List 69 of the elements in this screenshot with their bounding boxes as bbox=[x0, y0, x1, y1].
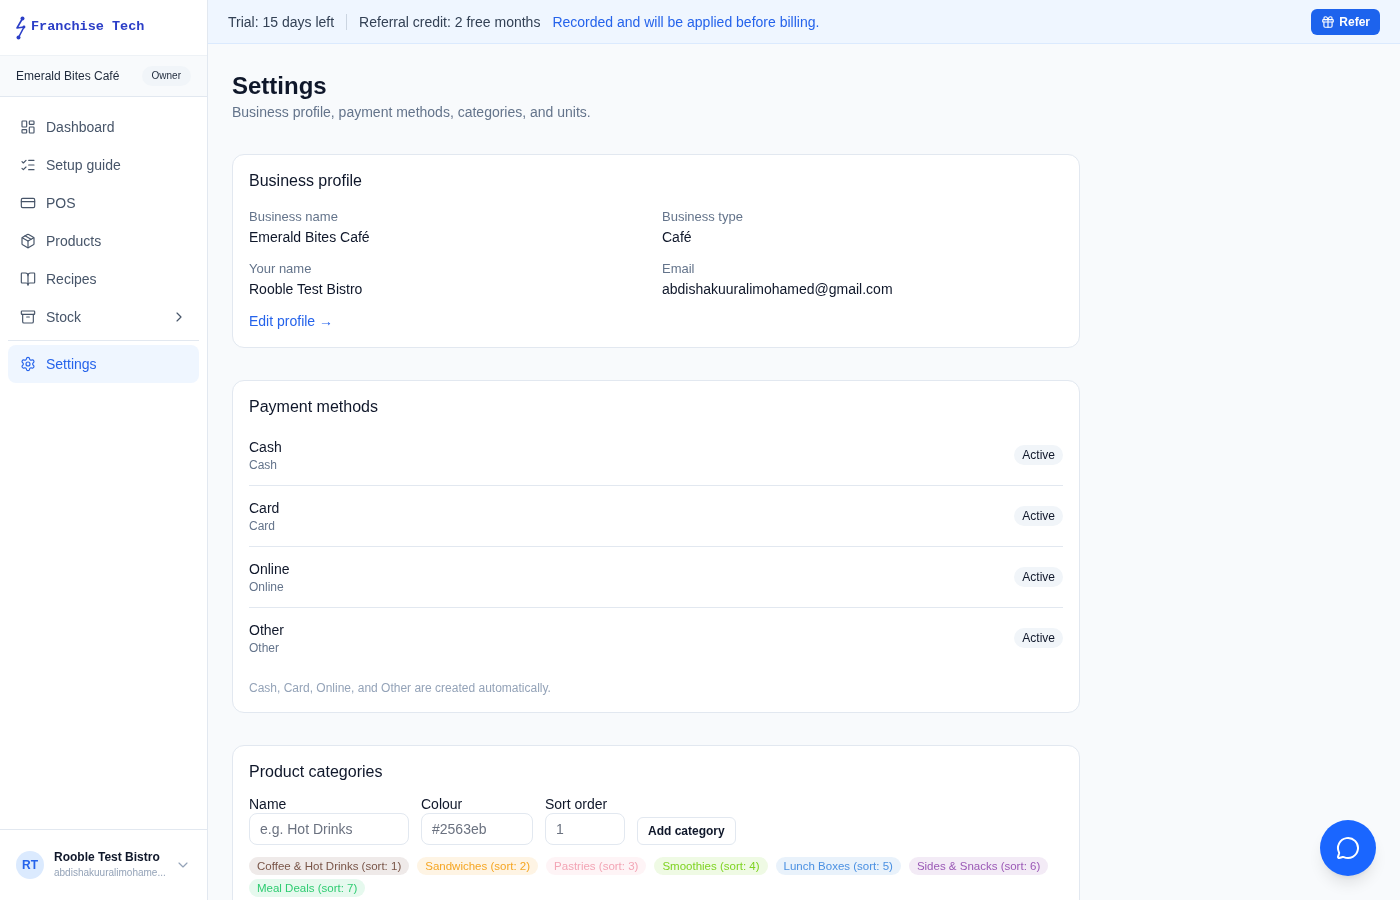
book-icon bbox=[20, 271, 36, 287]
helper-note: Cash, Card, Online, and Other are created automatically. bbox=[249, 680, 552, 696]
input-label: Name bbox=[249, 796, 288, 813]
logo-wordmark: Franchise Tech bbox=[31, 18, 145, 37]
card-title: Payment methods bbox=[249, 397, 379, 417]
chat-bubble-icon bbox=[1336, 836, 1360, 860]
edit-profile-link[interactable]: Edit profile → bbox=[249, 311, 334, 331]
referral-note: Recorded and will be applied before billing. bbox=[552, 12, 820, 32]
trial-status: Trial: 15 days left bbox=[228, 12, 335, 32]
field-label: Your name bbox=[249, 260, 313, 278]
field-label: Business type bbox=[662, 208, 744, 226]
category-tag: Lunch Boxes (sort: 5) bbox=[775, 857, 901, 875]
method-name: Card bbox=[249, 499, 280, 518]
nav-item[interactable]: Setup guide bbox=[8, 146, 199, 184]
user-name: Rooble Test Bistro bbox=[54, 849, 161, 865]
category-tag: Pastries (sort: 3) bbox=[546, 857, 647, 875]
status-badge: Active bbox=[1014, 506, 1063, 526]
card-icon bbox=[20, 195, 36, 211]
category-tag: Sandwiches (sort: 2) bbox=[417, 857, 539, 875]
method-type: Online bbox=[249, 579, 285, 595]
organization-name: Emerald Bites Café bbox=[16, 68, 120, 84]
input-label: Colour bbox=[421, 796, 464, 813]
category-tag: Smoothies (sort: 4) bbox=[654, 857, 768, 875]
field-value: Café bbox=[662, 228, 693, 247]
nav-item[interactable]: Settings bbox=[8, 345, 199, 383]
nav-item[interactable]: Dashboard bbox=[8, 108, 199, 146]
checklist-icon bbox=[20, 157, 36, 173]
status-badge: Active bbox=[1014, 445, 1063, 465]
field-value: Emerald Bites Café bbox=[249, 228, 371, 247]
settings-icon bbox=[20, 356, 36, 372]
referral-credit: Referral credit: 2 free months bbox=[359, 12, 541, 32]
logo-icon bbox=[14, 15, 27, 40]
grid-icon bbox=[20, 119, 36, 135]
method-type: Cash bbox=[249, 457, 278, 473]
field-value: Rooble Test Bistro bbox=[249, 280, 364, 299]
page-subtitle: Business profile, payment methods, categories, and units. bbox=[232, 103, 592, 122]
category-tag: Meal Deals (sort: 7) bbox=[249, 879, 366, 897]
user-email: abdishakuuralimohame... bbox=[54, 866, 165, 880]
role-badge: Owner bbox=[141, 66, 191, 86]
field-label: Email bbox=[662, 260, 696, 278]
input-label: Sort order bbox=[545, 796, 609, 813]
card-title: Business profile bbox=[249, 171, 363, 191]
gift-icon bbox=[1321, 14, 1336, 29]
nav-item[interactable]: Products bbox=[8, 222, 199, 260]
box-icon bbox=[20, 233, 36, 249]
status-badge: Active bbox=[1014, 628, 1063, 648]
method-type: Other bbox=[249, 640, 280, 656]
category-tag: Coffee & Hot Drinks (sort: 1) bbox=[249, 857, 410, 875]
refer-button[interactable]: Refer bbox=[1311, 8, 1380, 35]
card-title: Product categories bbox=[249, 762, 384, 782]
text-input[interactable]: 1 bbox=[545, 813, 625, 845]
method-name: Cash bbox=[249, 438, 282, 457]
method-name: Online bbox=[249, 560, 290, 579]
status-badge: Active bbox=[1014, 567, 1063, 587]
nav-item[interactable]: Stock bbox=[8, 298, 199, 336]
category-tag: Sides & Snacks (sort: 6) bbox=[908, 857, 1049, 875]
field-label: Business name bbox=[249, 208, 339, 226]
nav-item[interactable]: POS bbox=[8, 184, 199, 222]
text-input[interactable]: e.g. Hot Drinks bbox=[249, 813, 409, 845]
nav-item[interactable]: Recipes bbox=[8, 260, 199, 298]
field-value: abdishakuuralimohamed@gmail.com bbox=[662, 280, 894, 299]
method-type: Card bbox=[249, 518, 276, 534]
avatar: RT bbox=[16, 851, 44, 879]
archive-icon bbox=[20, 309, 36, 325]
chat-button[interactable] bbox=[1320, 820, 1376, 876]
page-title: Settings bbox=[232, 71, 328, 101]
text-input[interactable]: #2563eb bbox=[421, 813, 533, 845]
add-category-button[interactable]: Add category bbox=[637, 817, 736, 845]
method-name: Other bbox=[249, 621, 284, 640]
